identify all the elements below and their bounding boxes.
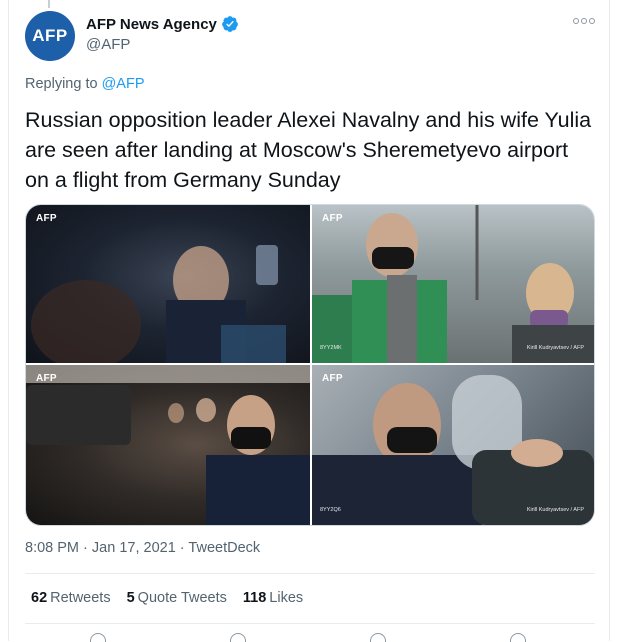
display-name[interactable]: AFP News Agency — [86, 16, 217, 33]
divider — [25, 573, 595, 574]
card-border — [609, 0, 610, 641]
photo-credit: Kirill Kudryavtsev / AFP — [526, 345, 584, 351]
quote-tweets-count: 5 — [126, 590, 135, 606]
likes-label: Likes — [269, 590, 304, 606]
photo-1[interactable]: AFP — [26, 205, 310, 363]
tweet-date: Jan 17, 2021 — [91, 540, 176, 556]
photo-logo: AFP — [322, 213, 343, 224]
photo-credit: Kirill Kudryavtsev / AFP — [526, 507, 584, 513]
photo-4[interactable]: AFP 8YY2Q6 Kirill Kudryavtsev / AFP — [312, 365, 594, 525]
action-bar — [25, 633, 595, 642]
likes-count: 118 — [242, 590, 267, 606]
tweet-time: 8:08 PM — [25, 540, 79, 556]
photo-2[interactable]: AFP 8YY2MK Kirill Kudryavtsev / AFP — [312, 205, 594, 363]
divider — [25, 623, 595, 624]
retweets-count: 62 — [31, 590, 48, 606]
media-grid: AFP AFP 8YY2MK Kirill Kudryavtsev / AFP — [25, 204, 595, 526]
replying-to: Replying to @AFP — [25, 76, 145, 92]
photo-logo: AFP — [322, 373, 343, 384]
more-options-icon[interactable] — [573, 18, 595, 24]
retweets-label: Retweets — [50, 590, 111, 606]
tweet-timestamp: 8:08 PM · Jan 17, 2021 · TweetDeck — [25, 540, 260, 556]
photo-credit-id: 8YY2Q6 — [320, 507, 341, 513]
author-handle[interactable]: @AFP — [86, 36, 130, 53]
tweet-source-link[interactable]: TweetDeck — [188, 540, 260, 556]
separator: · — [179, 540, 185, 556]
photo-3[interactable]: AFP — [26, 365, 310, 525]
photo-logo: AFP — [36, 373, 57, 384]
card-border — [8, 0, 9, 641]
likes-stat[interactable]: 118 Likes — [243, 590, 303, 606]
avatar[interactable]: AFP — [25, 11, 75, 61]
verified-badge-icon — [222, 16, 238, 32]
replying-to-handle-link[interactable]: @AFP — [102, 76, 145, 92]
quote-tweets-label: Quote Tweets — [137, 590, 227, 606]
photo-logo: AFP — [36, 213, 57, 224]
thread-connector — [48, 0, 50, 8]
avatar-text: AFP — [32, 26, 68, 45]
author-name-row: AFP News Agency — [86, 15, 239, 33]
tweet-text: Russian opposition leader Alexei Navalny… — [25, 108, 592, 192]
quote-tweets-stat[interactable]: 5 Quote Tweets — [127, 590, 227, 606]
retweets-stat[interactable]: 62 Retweets — [31, 590, 111, 606]
photo-credit-id: 8YY2MK — [320, 345, 342, 351]
replying-prefix: Replying to — [25, 76, 98, 92]
engagement-stats: 62 Retweets 5 Quote Tweets 118 Likes — [31, 590, 303, 606]
tweet-time-link[interactable]: 8:08 PM · Jan 17, 2021 — [25, 540, 176, 556]
separator: · — [83, 540, 88, 556]
